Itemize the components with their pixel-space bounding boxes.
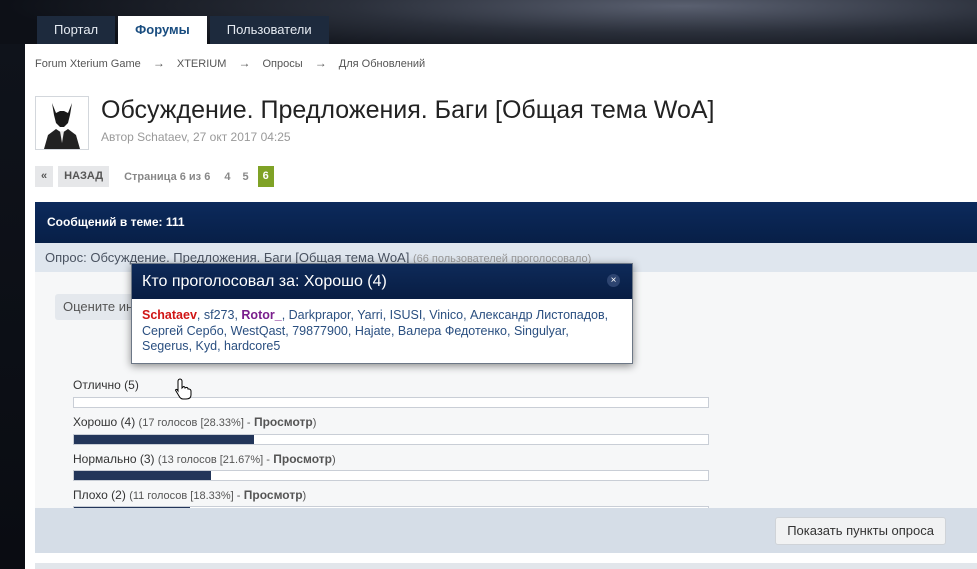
pagination: « НАЗАД Страница 6 из 6 4 5 6 (35, 166, 274, 187)
voter-link[interactable]: Schataev (142, 308, 197, 322)
thread-message-count: Сообщений в теме: 111 (35, 202, 977, 243)
poll-option-info: (11 голосов [18.33%] - (129, 490, 241, 502)
voter-link[interactable]: Vinico (429, 308, 463, 322)
back-button[interactable]: НАЗАД (58, 166, 110, 187)
tab-portal[interactable]: Портал (37, 16, 116, 44)
voters-popup-title: Кто проголосовал за: Хорошо (4) (132, 264, 632, 299)
voter-link[interactable]: Валера Федотенко (398, 324, 507, 338)
tab-users[interactable]: Пользователи (209, 16, 329, 44)
arrow-right-icon: → (152, 56, 165, 70)
poll-option-view-link[interactable]: Просмотр (244, 488, 303, 502)
poll-option-label: Нормально (3) (13 голосов [21.67%] - Про… (73, 452, 336, 466)
poll-option-name: Плохо (2) (73, 488, 126, 502)
topic-meta: Автор Schataev, 27 окт 2017 04:25 (101, 130, 291, 144)
poll-option-label: Плохо (2) (11 голосов [18.33%] - Просмот… (73, 488, 307, 502)
voters-popup: Кто проголосовал за: Хорошо (4) × Schata… (131, 263, 633, 364)
poll-option-bar (73, 397, 709, 408)
page-link-5[interactable]: 5 (242, 171, 248, 183)
poll-option-view-link[interactable]: Просмотр (254, 415, 313, 429)
breadcrumb-item[interactable]: Опросы (263, 58, 303, 70)
poll-option-info: (17 голосов [28.33%] - (138, 417, 251, 429)
poll-option-fill (74, 435, 254, 444)
side-background (0, 44, 25, 569)
voter-link[interactable]: Darkprapor (289, 308, 351, 322)
breadcrumb-item[interactable]: XTERIUM (177, 58, 227, 70)
voters-list: Schataev, sf273, Rotor_, Darkprapor, Yar… (142, 308, 609, 353)
poll-option-name: Отлично (5) (73, 378, 139, 392)
voter-link[interactable]: Segerus (142, 339, 189, 353)
voter-link[interactable]: hardcore5 (224, 339, 280, 353)
voter-link[interactable]: Александр Листопадов (470, 308, 605, 322)
poll-option-label: Отлично (5) (73, 378, 139, 392)
breadcrumb: Forum Xterium Game → XTERIUM → Опросы → … (35, 56, 425, 70)
author-avatar[interactable] (35, 96, 89, 150)
poll-actions: Показать пункты опроса (35, 508, 977, 553)
close-icon[interactable]: × (607, 274, 620, 287)
prev-page-button[interactable]: « (35, 166, 54, 187)
page-title: Обсуждение. Предложения. Баги [Общая тем… (101, 96, 715, 124)
voter-link[interactable]: Сергей Сербо (142, 324, 224, 338)
main-nav: Портал Форумы Пользователи (37, 16, 332, 44)
breadcrumb-item[interactable]: Для Обновлений (339, 58, 425, 70)
poll-option-info: (13 голосов [21.67%] - (157, 454, 270, 466)
poll-option-name: Хорошо (4) (73, 415, 136, 429)
voter-link[interactable]: WestQast (231, 324, 286, 338)
show-poll-options-button[interactable]: Показать пункты опроса (775, 517, 946, 545)
voter-link[interactable]: Kyd (196, 339, 218, 353)
arrow-right-icon: → (314, 56, 327, 70)
voter-link[interactable]: Yarri (357, 308, 382, 322)
page-link-4[interactable]: 4 (224, 171, 230, 183)
poll-option-bar (73, 470, 709, 481)
breadcrumb-item[interactable]: Forum Xterium Game (35, 58, 141, 70)
page-info: Страница 6 из 6 (124, 170, 211, 183)
poll-option-fill (74, 471, 212, 480)
voter-link[interactable]: sf273 (204, 308, 235, 322)
voter-link[interactable]: ISUSI (390, 308, 423, 322)
voter-link[interactable]: 79877900 (292, 324, 348, 338)
poll-option-bar (73, 434, 709, 445)
tab-forums[interactable]: Форумы (118, 16, 207, 44)
hand-cursor-icon (175, 378, 192, 400)
poll-option-label: Хорошо (4) (17 голосов [28.33%] - Просмо… (73, 415, 317, 429)
bottom-divider (35, 563, 977, 569)
avatar-image (36, 97, 88, 149)
arrow-right-icon: → (238, 56, 251, 70)
page-current[interactable]: 6 (257, 166, 274, 187)
poll-option-view-link[interactable]: Просмотр (273, 452, 332, 466)
voter-link[interactable]: Rotor_ (241, 308, 281, 322)
voter-link[interactable]: Singulyar (514, 324, 565, 338)
voter-link[interactable]: Hajate (355, 324, 391, 338)
poll-option-name: Нормально (3) (73, 452, 155, 466)
